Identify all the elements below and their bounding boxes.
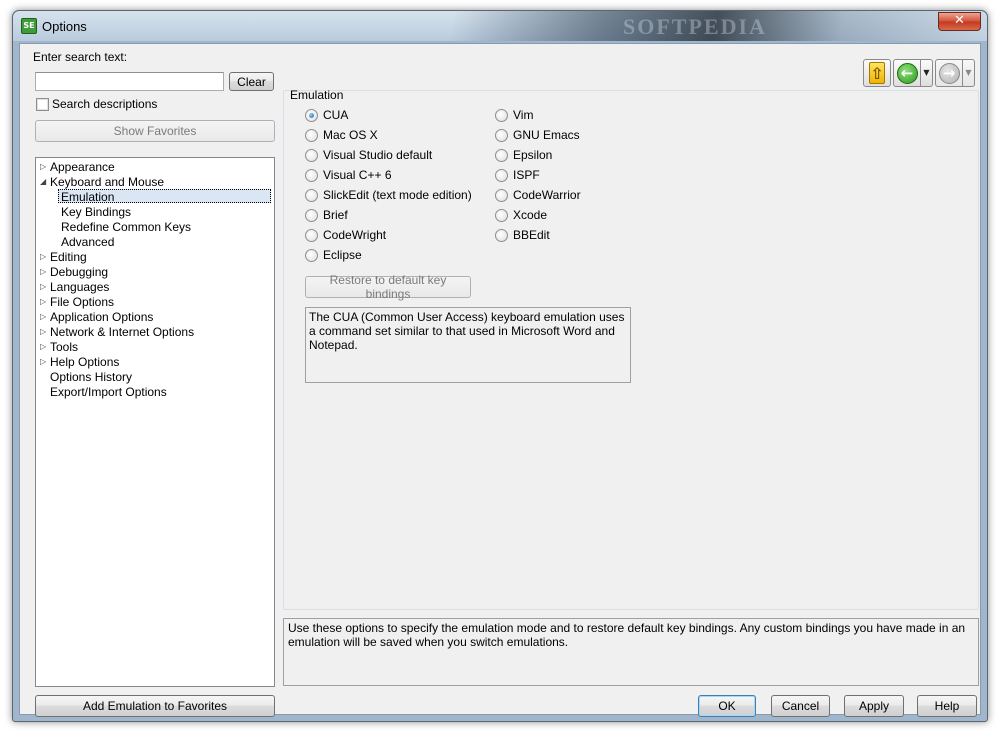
emulation-radio[interactable] bbox=[495, 169, 508, 182]
emulation-radio[interactable] bbox=[305, 229, 318, 242]
emulation-radio[interactable] bbox=[495, 129, 508, 142]
options-tree[interactable]: ▷ Appearance ◢ Keyboard and Mouse Emulation K… bbox=[35, 157, 275, 687]
emulation-radio[interactable] bbox=[305, 169, 318, 182]
watermark: SOFTPEDIA bbox=[623, 14, 767, 39]
forward-history-dropdown[interactable]: ▼ bbox=[963, 59, 975, 87]
tree-collapsed-icon[interactable]: ▷ bbox=[40, 250, 46, 264]
emulation-radio-label[interactable]: Xcode bbox=[513, 208, 547, 222]
tree-item[interactable]: Help Options bbox=[50, 355, 119, 369]
tree-item[interactable]: Export/Import Options bbox=[50, 385, 167, 399]
tree-item[interactable]: Advanced bbox=[61, 235, 114, 249]
emulation-radio[interactable] bbox=[305, 249, 318, 262]
emulation-panel: Emulation CUA Mac OS X Visual Studio defau… bbox=[283, 88, 979, 610]
tree-item[interactable]: Editing bbox=[50, 250, 87, 264]
emulation-radio-label[interactable]: CodeWarrior bbox=[513, 188, 581, 202]
emulation-description: The CUA (Common User Access) keyboard em… bbox=[305, 307, 631, 383]
emulation-radio-label[interactable]: Epsilon bbox=[513, 148, 552, 162]
search-descriptions-label: Search descriptions bbox=[52, 97, 158, 111]
back-button[interactable]: ← bbox=[893, 59, 921, 87]
add-to-favorites-button[interactable]: Add Emulation to Favorites bbox=[35, 695, 275, 717]
title-bar[interactable]: SE Options SOFTPEDIA ✕ bbox=[13, 11, 987, 41]
search-input[interactable] bbox=[35, 72, 224, 91]
tree-item[interactable]: Options History bbox=[50, 370, 132, 384]
emulation-radio-label[interactable]: Mac OS X bbox=[323, 128, 378, 142]
tree-item[interactable]: Redefine Common Keys bbox=[61, 220, 191, 234]
apply-button[interactable]: Apply bbox=[844, 695, 904, 717]
tree-item[interactable]: Application Options bbox=[50, 310, 153, 324]
emulation-radio-label[interactable]: CodeWright bbox=[323, 228, 386, 242]
options-window: SE Options SOFTPEDIA ✕ Enter search text… bbox=[12, 10, 988, 722]
emulation-radio[interactable] bbox=[305, 129, 318, 142]
emulation-group-label: Emulation bbox=[290, 88, 344, 102]
tree-collapsed-icon[interactable]: ▷ bbox=[40, 325, 46, 339]
forward-arrow-icon: → bbox=[938, 62, 960, 84]
back-history-dropdown[interactable]: ▼ bbox=[921, 59, 933, 87]
emulation-radio[interactable] bbox=[495, 189, 508, 202]
up-arrow-icon: ⇧ bbox=[869, 62, 885, 84]
tree-item[interactable]: Tools bbox=[50, 340, 78, 354]
tree-collapsed-icon[interactable]: ▷ bbox=[40, 310, 46, 324]
emulation-radio[interactable] bbox=[305, 109, 318, 122]
tree-item[interactable]: Keyboard and Mouse bbox=[50, 175, 164, 189]
up-button[interactable]: ⇧ bbox=[863, 59, 891, 87]
emulation-radio-label[interactable]: Brief bbox=[323, 208, 348, 222]
search-label: Enter search text: bbox=[33, 50, 128, 64]
tree-collapsed-icon[interactable]: ▷ bbox=[40, 340, 46, 354]
ok-button[interactable]: OK bbox=[698, 695, 756, 717]
emulation-radio[interactable] bbox=[495, 149, 508, 162]
tree-collapsed-icon[interactable]: ▷ bbox=[40, 295, 46, 309]
tree-collapsed-icon[interactable]: ▷ bbox=[40, 160, 46, 174]
app-icon: SE bbox=[21, 18, 37, 34]
tree-item[interactable]: Network & Internet Options bbox=[50, 325, 194, 339]
tree-collapsed-icon[interactable]: ▷ bbox=[40, 355, 46, 369]
emulation-radio-label[interactable]: BBEdit bbox=[513, 228, 550, 242]
dialog-client: Enter search text: Clear Search descript… bbox=[19, 43, 981, 717]
tree-item[interactable]: File Options bbox=[50, 295, 114, 309]
emulation-radio[interactable] bbox=[495, 109, 508, 122]
cancel-button[interactable]: Cancel bbox=[771, 695, 830, 717]
search-descriptions-checkbox[interactable] bbox=[36, 98, 49, 111]
emulation-radio-label[interactable]: GNU Emacs bbox=[513, 128, 580, 142]
help-text-box: Use these options to specify the emulati… bbox=[283, 618, 979, 686]
emulation-radio-label[interactable]: Eclipse bbox=[323, 248, 362, 262]
restore-defaults-button[interactable]: Restore to default key bindings bbox=[305, 273, 471, 301]
help-button[interactable]: Help bbox=[917, 695, 977, 717]
tree-collapsed-icon[interactable]: ▷ bbox=[40, 280, 46, 294]
emulation-radio[interactable] bbox=[305, 209, 318, 222]
tree-item[interactable]: Appearance bbox=[50, 160, 115, 174]
emulation-radio-label[interactable]: Vim bbox=[513, 108, 533, 122]
emulation-radio-label[interactable]: ISPF bbox=[513, 168, 540, 182]
emulation-radio-label[interactable]: Visual Studio default bbox=[323, 148, 432, 162]
emulation-radio[interactable] bbox=[305, 189, 318, 202]
emulation-radio[interactable] bbox=[305, 149, 318, 162]
forward-button[interactable]: → bbox=[935, 59, 963, 87]
tree-item[interactable]: Emulation bbox=[58, 189, 271, 204]
close-button[interactable]: ✕ bbox=[938, 12, 981, 31]
clear-button[interactable]: Clear bbox=[229, 72, 274, 91]
emulation-radio-label[interactable]: Visual C++ 6 bbox=[323, 168, 392, 182]
emulation-radio[interactable] bbox=[495, 229, 508, 242]
back-arrow-icon: ← bbox=[896, 62, 918, 84]
emulation-radio-label[interactable]: SlickEdit (text mode edition) bbox=[323, 188, 472, 202]
tree-item[interactable]: Languages bbox=[50, 280, 109, 294]
window-title: Options bbox=[42, 19, 87, 34]
tree-expanded-icon[interactable]: ◢ bbox=[40, 175, 46, 189]
emulation-radio-label[interactable]: CUA bbox=[323, 108, 348, 122]
tree-collapsed-icon[interactable]: ▷ bbox=[40, 265, 46, 279]
tree-item[interactable]: Key Bindings bbox=[61, 205, 131, 219]
emulation-radio[interactable] bbox=[495, 209, 508, 222]
tree-item[interactable]: Debugging bbox=[50, 265, 108, 279]
show-favorites-button[interactable]: Show Favorites bbox=[35, 120, 275, 142]
